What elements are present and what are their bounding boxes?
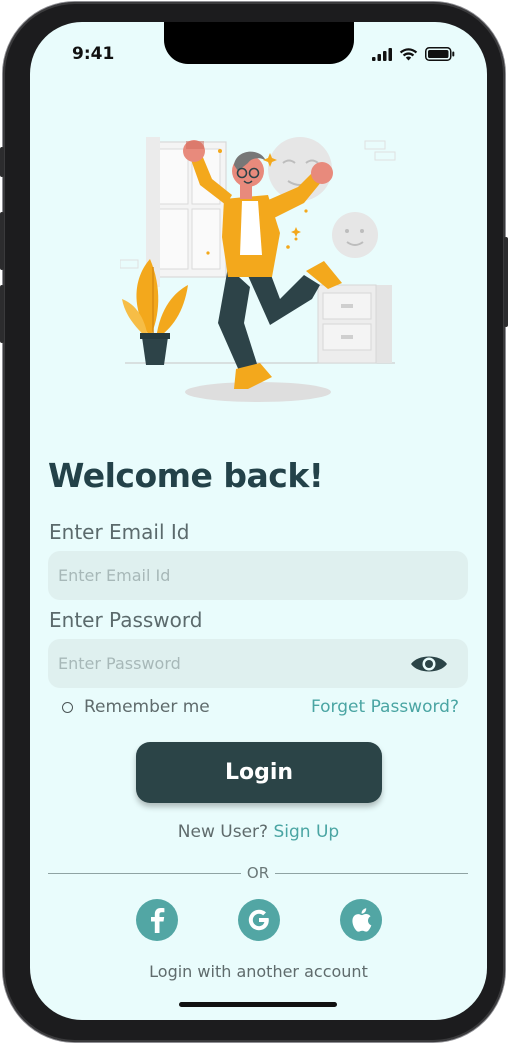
or-divider: OR — [48, 863, 469, 883]
welcome-illustration — [120, 137, 396, 402]
new-user-text: New User? — [177, 822, 269, 842]
email-label: Enter Email Id — [49, 520, 190, 544]
signal-icon — [372, 48, 392, 61]
divider-line-right — [275, 872, 469, 874]
power-button — [504, 237, 508, 327]
status-time: 9:41 — [72, 44, 115, 64]
email-input[interactable] — [48, 551, 468, 600]
notch — [164, 22, 354, 64]
social-login-caption: Login with another account — [149, 962, 368, 981]
silent-switch — [0, 147, 4, 177]
eye-icon[interactable] — [409, 652, 449, 676]
wifi-icon — [399, 48, 418, 61]
remember-me-label: Remember me — [84, 697, 210, 717]
signup-link[interactable]: Sign Up — [273, 822, 339, 842]
facebook-login-button[interactable] — [136, 899, 178, 941]
home-indicator[interactable] — [179, 1002, 337, 1007]
password-label: Enter Password — [49, 608, 203, 632]
volume-up-button — [0, 212, 4, 270]
battery-icon — [425, 47, 455, 61]
login-button[interactable]: Login — [136, 742, 382, 803]
signup-row: New User? Sign Up — [30, 822, 487, 842]
app-screen: 9:41 Welcome back! Enter Email Id Enter … — [30, 22, 487, 1020]
forgot-password-link[interactable]: Forget Password? — [311, 697, 459, 717]
google-login-button[interactable] — [238, 899, 280, 941]
remember-me-toggle[interactable]: Remember me — [62, 697, 210, 717]
google-icon — [248, 909, 269, 931]
apple-login-button[interactable] — [340, 899, 382, 941]
facebook-icon — [151, 908, 165, 933]
password-input[interactable] — [48, 639, 468, 688]
divider-text: OR — [246, 864, 270, 882]
phone-frame: 9:41 Welcome back! Enter Email Id Enter … — [0, 2, 508, 1042]
divider-line-left — [48, 872, 241, 874]
volume-down-button — [0, 285, 4, 343]
status-icons — [372, 47, 455, 61]
page-title: Welcome back! — [48, 456, 324, 495]
remember-me-radio[interactable] — [62, 701, 73, 713]
apple-icon — [352, 908, 372, 932]
